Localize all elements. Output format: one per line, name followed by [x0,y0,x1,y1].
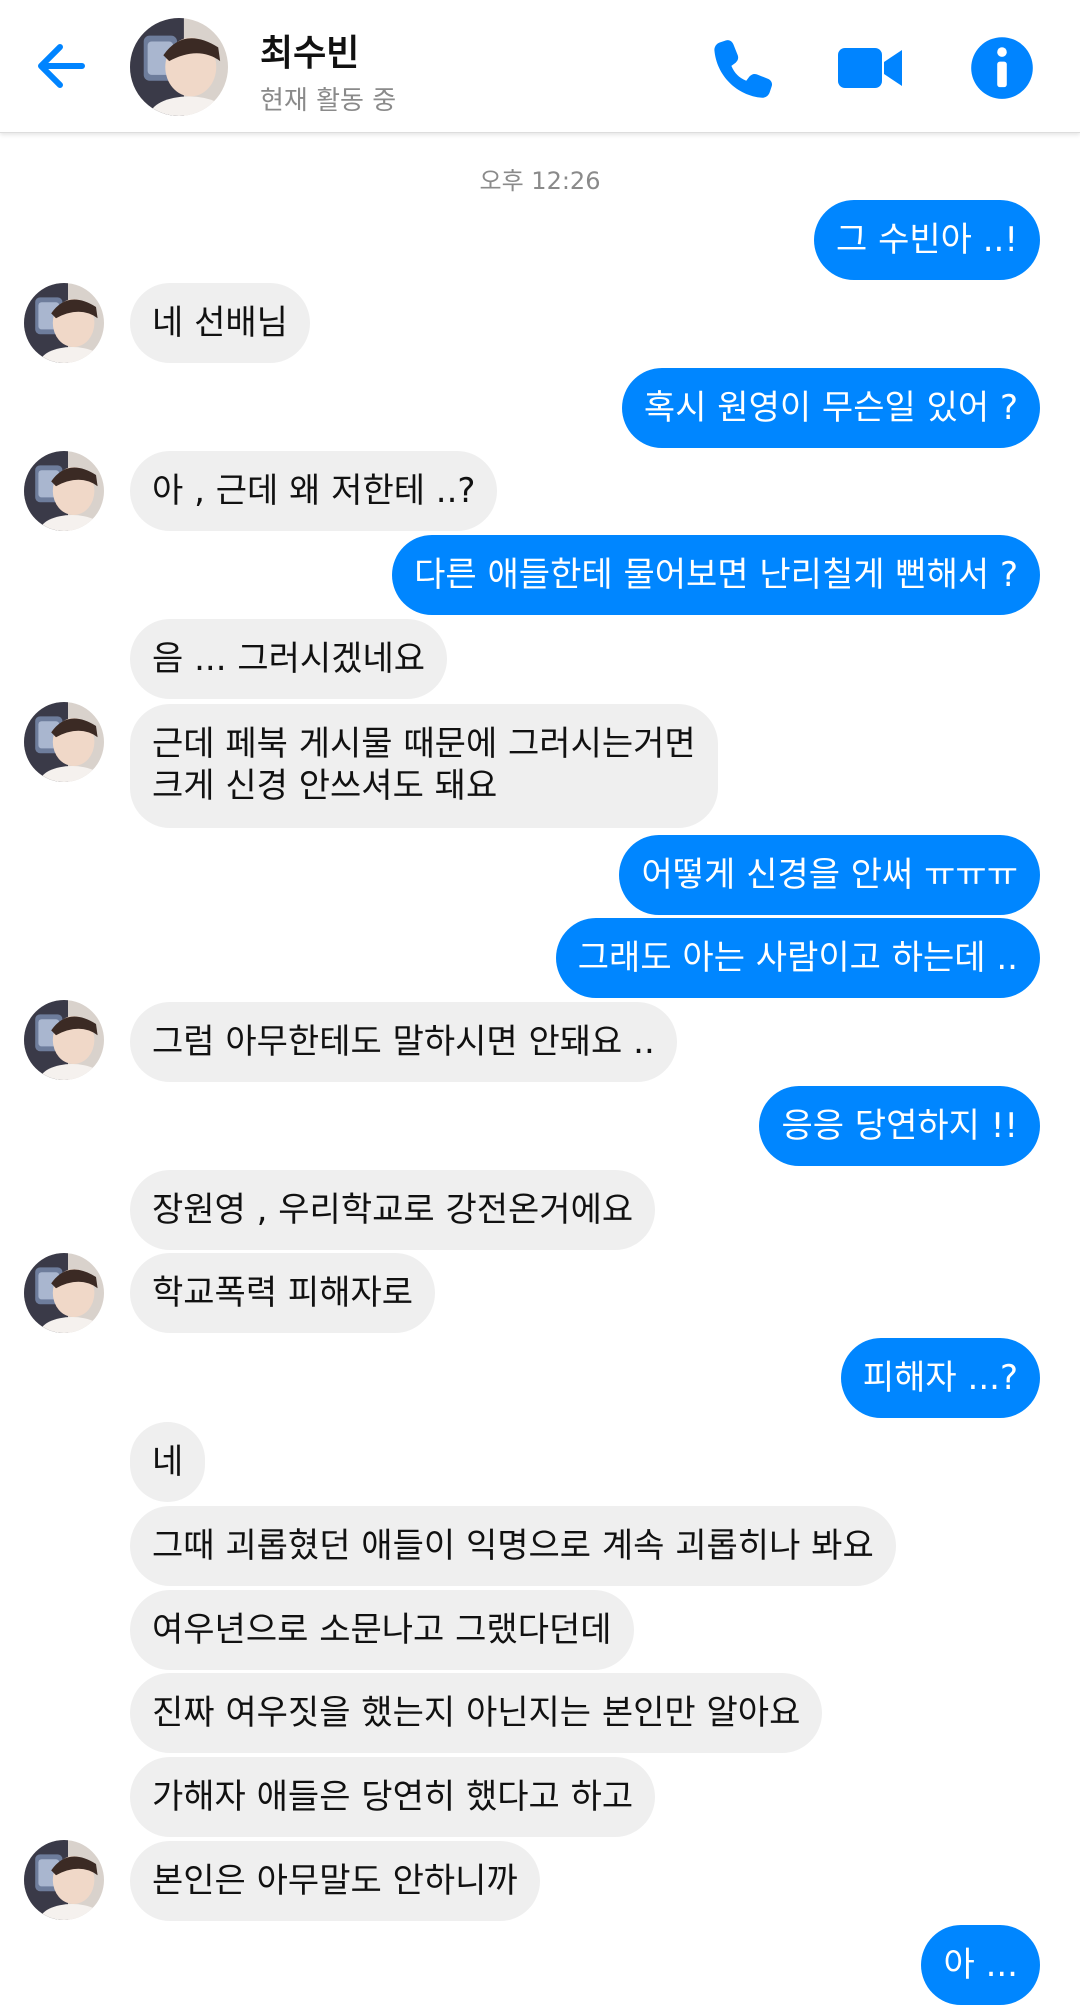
incoming-message[interactable]: 본인은 아무말도 안하니까 [130,1841,540,1921]
contact-avatar[interactable] [130,18,228,116]
contact-avatar-small[interactable] [24,1840,104,1920]
outgoing-message[interactable]: 혹시 원영이 무슨일 있어 ? [621,368,1040,448]
incoming-message[interactable]: 아 , 근데 왜 저한테 ..? [130,451,498,531]
incoming-message[interactable]: 여우년으로 소문나고 그랬다던데 [130,1590,634,1670]
arrow-left-icon[interactable] [30,34,94,98]
outgoing-message[interactable]: 어떻게 신경을 안써 ㅠㅠㅠ [619,835,1040,915]
incoming-message[interactable]: 음 ... 그러시겠네요 [130,619,447,699]
incoming-message[interactable]: 네 선배님 [130,283,310,363]
incoming-message[interactable]: 학교폭력 피해자로 [130,1253,436,1333]
incoming-message[interactable]: 진짜 여우짓을 했는지 아닌지는 본인만 알아요 [130,1673,823,1753]
contact-avatar-small[interactable] [24,451,104,531]
incoming-message[interactable]: 그때 괴롭혔던 애들이 익명으로 계속 괴롭히나 봐요 [130,1506,896,1586]
outgoing-message[interactable]: 아 ... [921,1925,1040,2005]
info-icon[interactable] [968,34,1036,102]
incoming-message[interactable]: 그럼 아무한테도 말하시면 안돼요 .. [130,1002,677,1082]
outgoing-message[interactable]: 피해자 ...? [840,1338,1040,1418]
outgoing-message[interactable]: 그 수빈아 ..! [814,200,1040,280]
contact-avatar-small[interactable] [24,1253,104,1333]
contact-avatar-small[interactable] [24,1000,104,1080]
timestamp: 오후 12:26 [479,167,601,195]
contact-avatar-small[interactable] [24,702,104,782]
outgoing-message[interactable]: 그래도 아는 사람이고 하는데 .. [555,918,1040,998]
message-thread[interactable]: 오후 12:26 그 수빈아 ..! 네 선배님 혹시 원영이 무슨일 있어 ?… [0,133,1080,2010]
incoming-message[interactable]: 네 [130,1422,206,1502]
phone-icon[interactable] [708,34,776,102]
active-status: 현재 활동 중 [260,86,397,116]
contact-name[interactable]: 최수빈 [260,24,359,76]
incoming-message[interactable]: 가해자 애들은 당연히 했다고 하고 [130,1757,656,1837]
outgoing-message[interactable]: 응응 당연하지 !! [759,1086,1040,1166]
outgoing-message[interactable]: 다른 애들한테 물어보면 난리칠게 뻔해서 ? [392,535,1040,615]
video-camera-icon[interactable] [836,34,904,102]
chat-header: 최수빈 현재 활동 중 [0,0,1080,133]
incoming-message[interactable]: 근데 페북 게시물 때문에 그러시는거면 크게 신경 안쓰셔도 돼요 [130,704,718,828]
incoming-message[interactable]: 장원영 , 우리학교로 강전온거에요 [130,1170,656,1250]
contact-avatar-small[interactable] [24,283,104,363]
